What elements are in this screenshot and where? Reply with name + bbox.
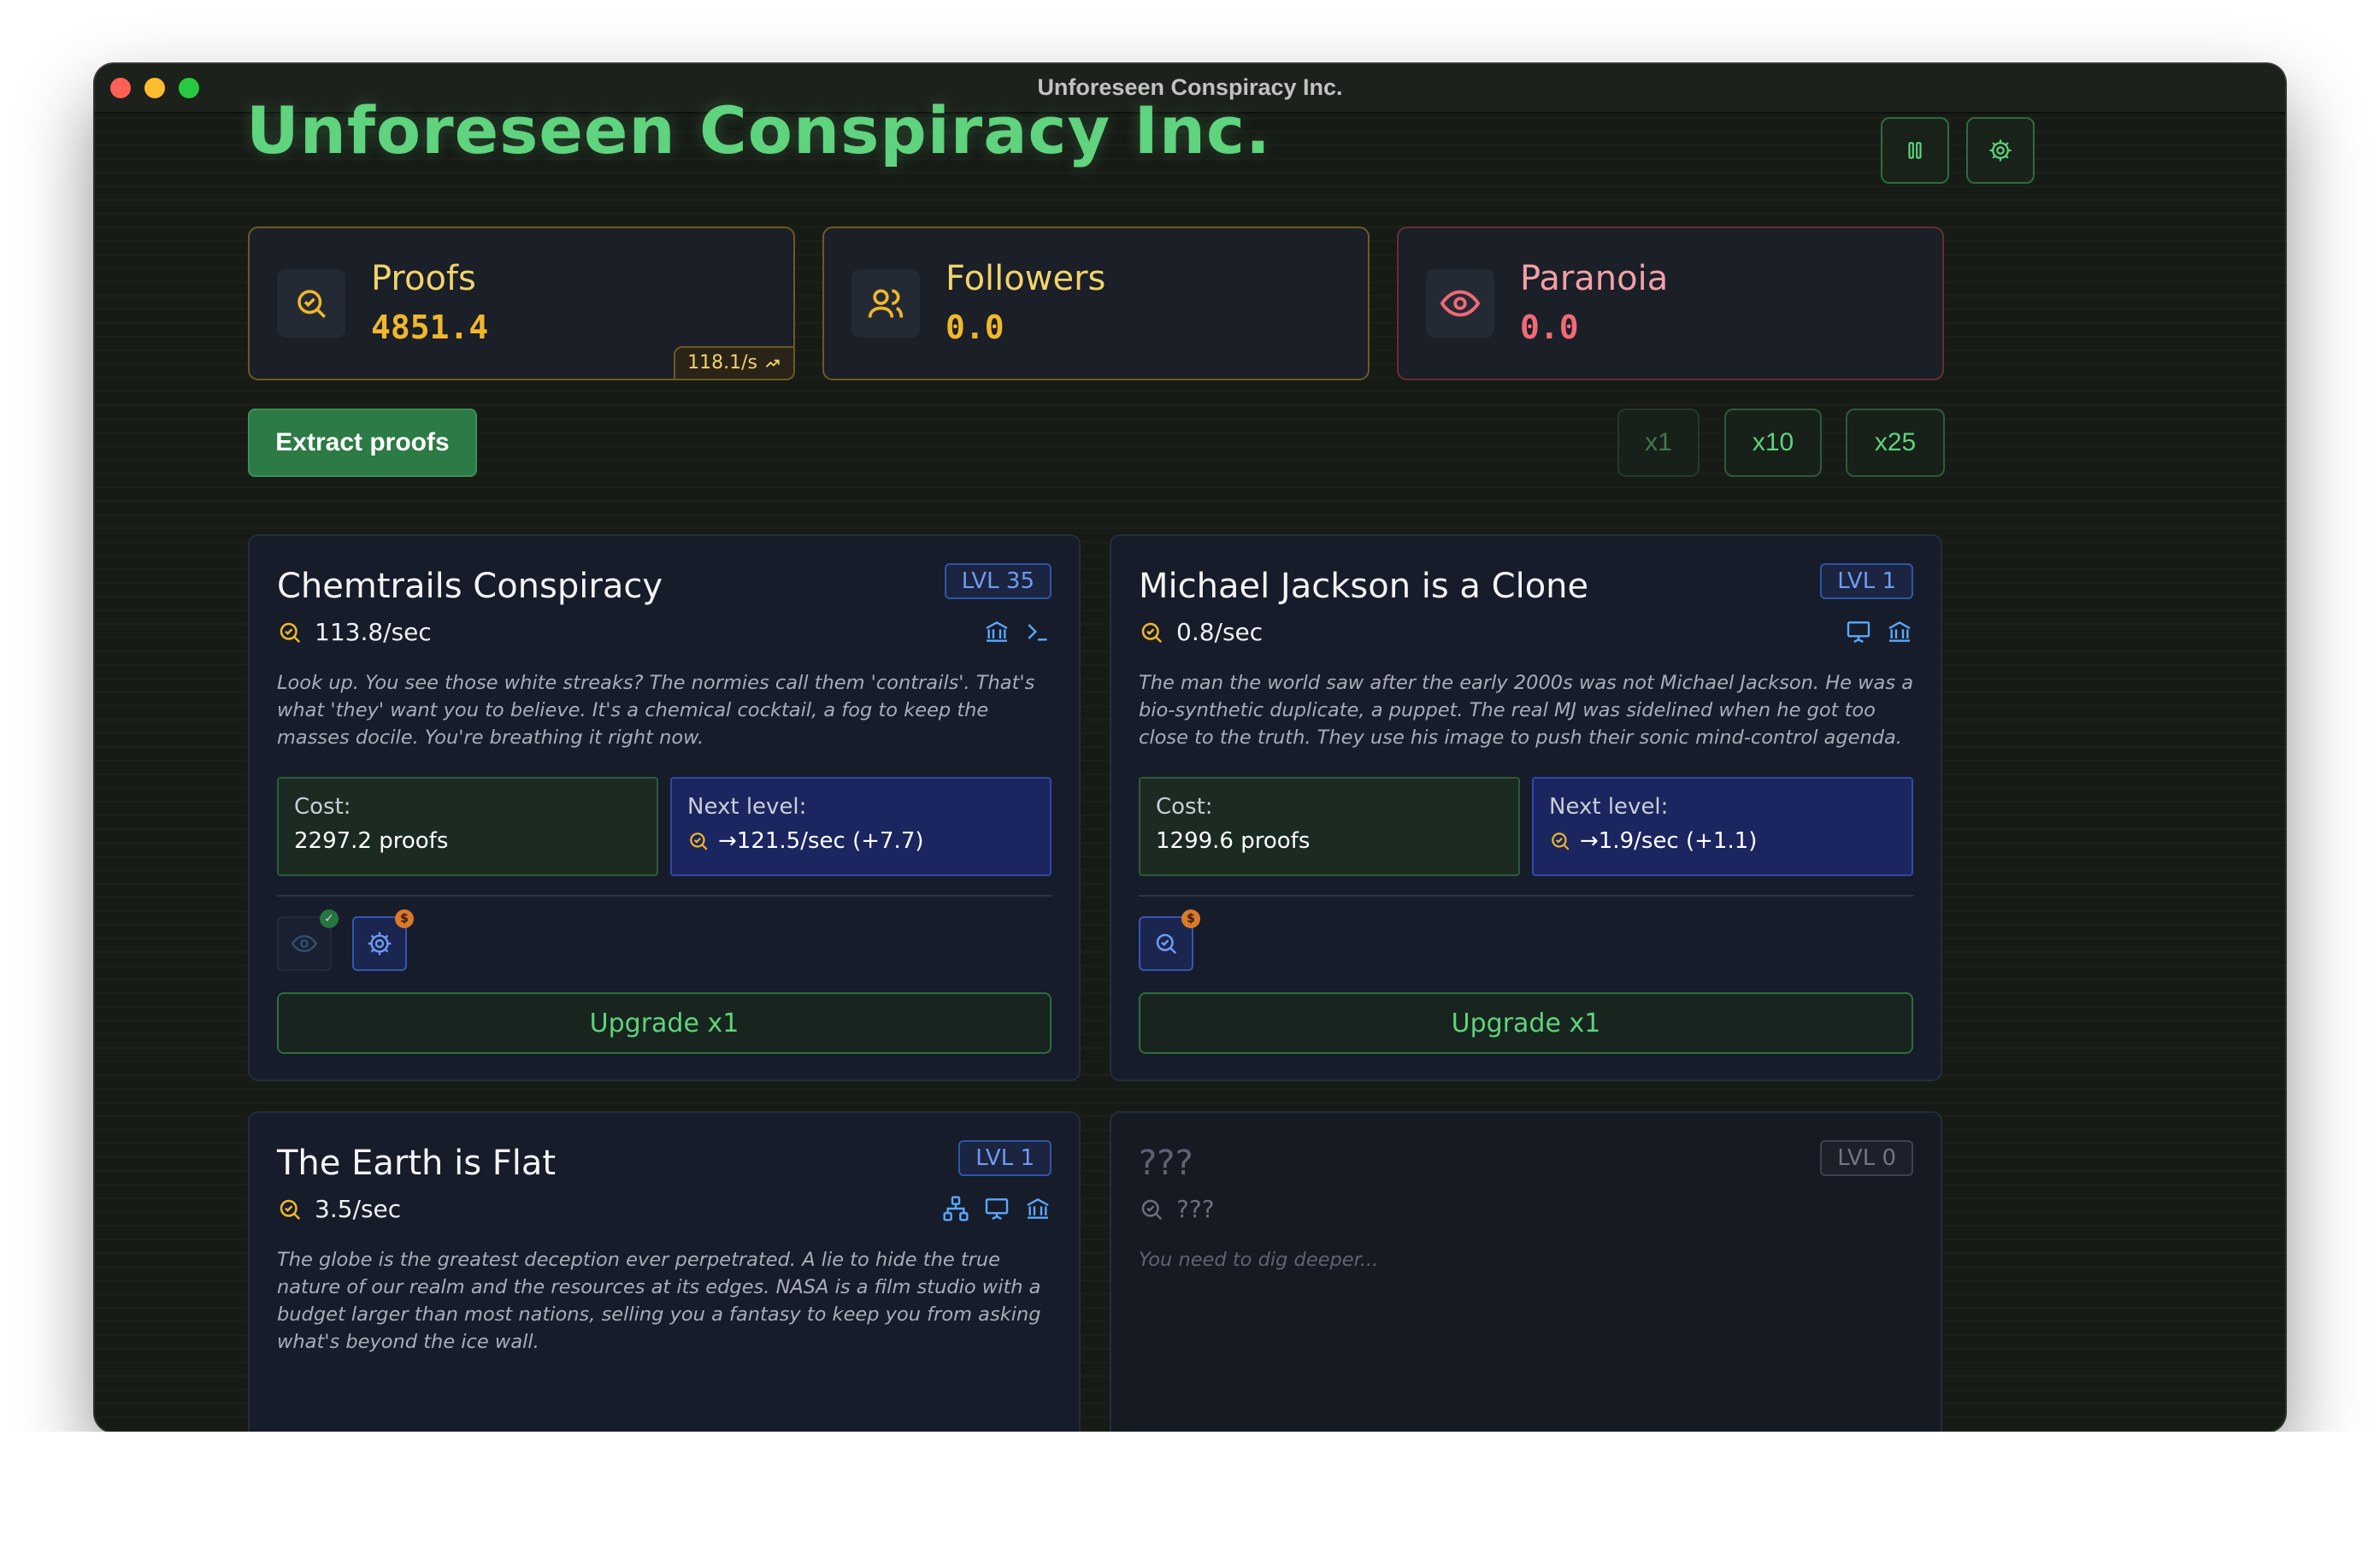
conspiracy-card-locked: ??? LVL 0 ??? You need to dig deeper... [1110, 1111, 1942, 1453]
bank-icon [1888, 621, 1911, 642]
cost-value: 1299.6 proofs [1156, 828, 1311, 854]
followers-stat-card: Followers 0.0 [822, 226, 1370, 380]
network-icon [943, 1196, 969, 1221]
upgrade-gear-available[interactable]: $ [352, 909, 414, 971]
search-check-icon [280, 622, 301, 643]
presentation-icon [985, 1198, 1009, 1221]
category-tags [1845, 618, 1913, 645]
conspiracy-card-chemtrails: Chemtrails Conspiracy LVL 35 113.8/sec L… [248, 534, 1081, 1081]
cost-value: 2297.2 proofs [294, 828, 449, 854]
proofs-rate: 118.1/s [687, 352, 757, 374]
gear-icon [1989, 139, 2012, 162]
search-check-icon [1552, 832, 1570, 850]
proofs-label: Proofs [371, 259, 476, 298]
level-badge: LVL 35 [944, 563, 1052, 599]
conspiracy-card-flat-earth: The Earth is Flat LVL 1 3.5/sec The glob… [248, 1111, 1081, 1453]
divider [1139, 895, 1913, 897]
proofs-value: 4851.4 [371, 309, 489, 346]
conspiracy-title: Michael Jackson is a Clone [1139, 567, 1589, 606]
multiplier-x1-button[interactable]: x1 [1617, 409, 1700, 477]
multiplier-x10-button[interactable]: x10 [1724, 409, 1822, 477]
paranoia-value: 0.0 [1520, 309, 1579, 346]
pause-button[interactable] [1881, 117, 1949, 184]
bank-icon [986, 621, 1008, 642]
pause-icon [1908, 142, 1922, 159]
next-level-value: →1.9/sec (+1.1) [1580, 828, 1758, 854]
production-rate: ??? [1176, 1195, 1215, 1223]
followers-label: Followers [946, 259, 1106, 298]
owned-check-icon: ✓ [320, 909, 339, 928]
conspiracy-description: Look up. You see those white streaks? Th… [277, 672, 1035, 749]
users-icon [868, 289, 904, 318]
trending-up-icon [765, 359, 780, 368]
gear-icon [368, 932, 392, 956]
multiplier-x25-button[interactable]: x25 [1846, 409, 1945, 477]
next-level-label: Next level: [687, 794, 807, 820]
followers-value: 0.0 [946, 309, 1004, 346]
upgrade-button[interactable]: Upgrade x1 [1139, 992, 1913, 1054]
paranoia-stat-card: Paranoia 0.0 [1397, 226, 1944, 380]
category-tags [942, 1195, 1052, 1222]
search-check-icon [690, 832, 708, 850]
bank-icon [1027, 1197, 1049, 1219]
cost-label: Cost: [1156, 794, 1213, 820]
coin-icon: $ [395, 909, 414, 928]
level-badge: LVL 0 [1820, 1140, 1913, 1176]
upgrade-eye-owned[interactable]: ✓ [277, 909, 339, 971]
search-check-icon [298, 290, 326, 318]
presentation-icon [1847, 621, 1870, 644]
paranoia-label: Paranoia [1520, 259, 1669, 298]
divider [277, 895, 1052, 897]
next-level-box: Next level: →1.9/sec (+1.1) [1532, 777, 1913, 876]
window-bottom-mask [0, 1432, 2380, 1559]
search-check-icon [1141, 622, 1163, 643]
eye-icon [1440, 290, 1480, 317]
coin-icon: $ [1181, 909, 1200, 928]
proofs-stat-card: Proofs 4851.4 118.1/s [248, 226, 795, 380]
proofs-rate-badge: 118.1/s [674, 346, 795, 380]
next-level-box: Next level: →121.5/sec (+7.7) [670, 777, 1052, 876]
upgrade-button[interactable]: Upgrade x1 [277, 992, 1052, 1054]
settings-button[interactable] [1966, 117, 2035, 184]
conspiracy-card-mj-clone: Michael Jackson is a Clone LVL 1 0.8/sec… [1110, 534, 1942, 1081]
production-rate: 0.8/sec [1176, 618, 1264, 646]
search-check-icon [1141, 1199, 1163, 1220]
next-level-label: Next level: [1549, 794, 1669, 820]
next-level-value: →121.5/sec (+7.7) [718, 828, 924, 854]
terminal-icon [1028, 624, 1047, 641]
cost-box: Cost: 1299.6 proofs [1139, 777, 1520, 876]
cost-box: Cost: 2297.2 proofs [277, 777, 658, 876]
conspiracy-title: ??? [1139, 1144, 1193, 1183]
cost-label: Cost: [294, 794, 351, 820]
app-title: Unforeseen Conspiracy Inc. [246, 92, 1271, 168]
conspiracy-description: The globe is the greatest deception ever… [277, 1249, 1041, 1353]
conspiracy-title: Chemtrails Conspiracy [277, 567, 663, 606]
production-rate: 3.5/sec [315, 1195, 402, 1223]
category-tags [983, 618, 1052, 645]
production-rate: 113.8/sec [315, 618, 432, 646]
level-badge: LVL 1 [958, 1140, 1052, 1176]
search-check-icon [1156, 933, 1177, 955]
extract-proofs-button[interactable]: Extract proofs [248, 409, 477, 477]
conspiracy-description: You need to dig deeper... [1139, 1249, 1379, 1271]
search-check-icon [280, 1199, 301, 1220]
level-badge: LVL 1 [1820, 563, 1913, 599]
conspiracy-description: The man the world saw after the early 20… [1139, 672, 1913, 749]
upgrade-search-available[interactable]: $ [1139, 909, 1200, 971]
eye-icon [292, 934, 317, 953]
conspiracy-title: The Earth is Flat [277, 1144, 557, 1183]
